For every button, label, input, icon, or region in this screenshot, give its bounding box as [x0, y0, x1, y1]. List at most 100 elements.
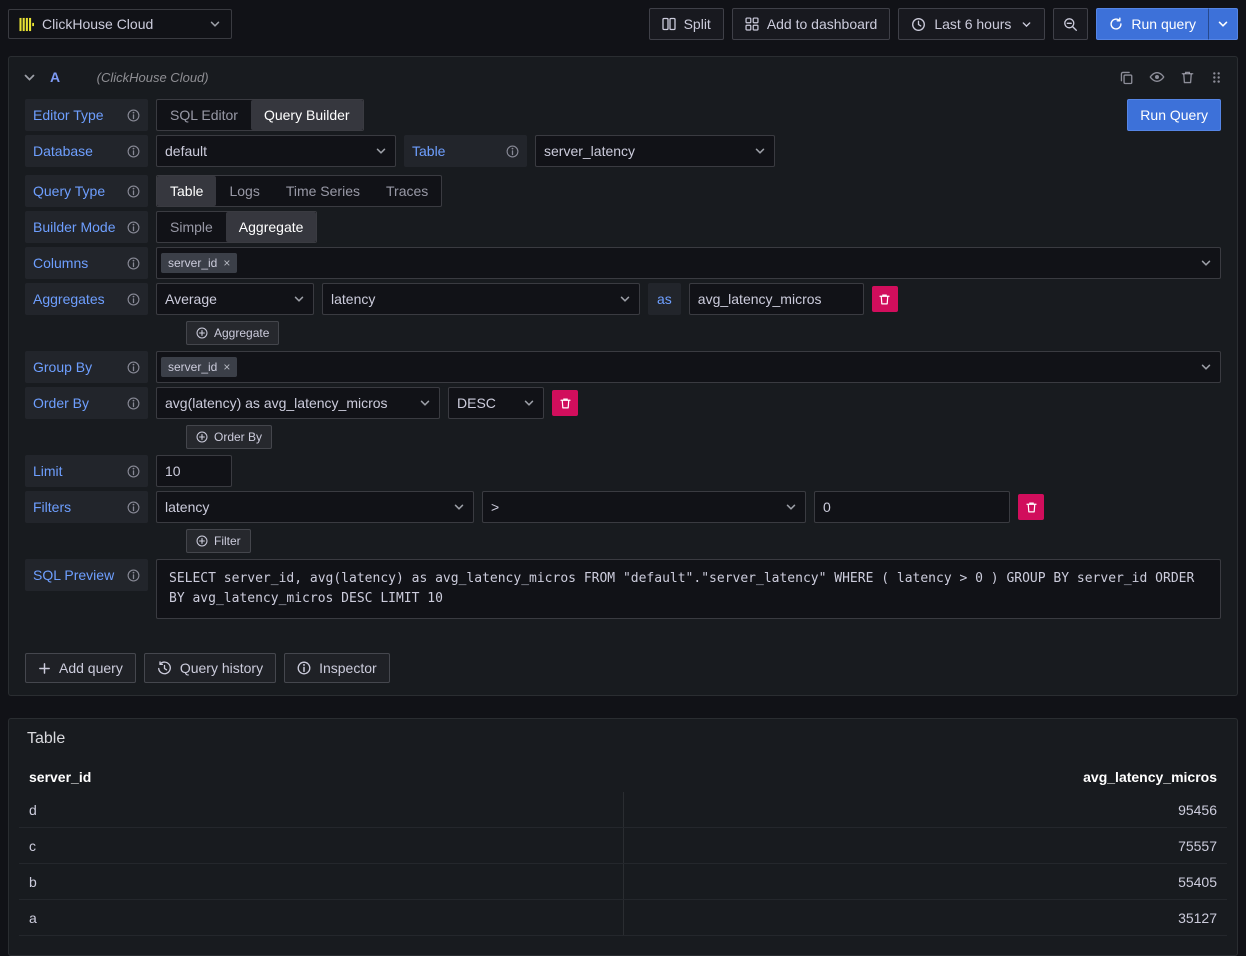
add-query-button[interactable]: Add query [25, 653, 136, 683]
table-panel: Table server_id avg_latency_micros d 954… [8, 718, 1238, 956]
query-type-option-logs[interactable]: Logs [216, 176, 272, 206]
split-label: Split [684, 16, 711, 32]
chip-label: server_id [168, 360, 217, 374]
duplicate-query-button[interactable] [1119, 70, 1134, 85]
aggregate-alias-input[interactable] [689, 283, 864, 315]
add-filter-button[interactable]: Filter [186, 529, 251, 553]
add-to-dashboard-button[interactable]: Add to dashboard [732, 8, 891, 40]
database-select[interactable]: default [156, 135, 396, 167]
drag-handle-grip-icon[interactable] [1210, 71, 1223, 84]
inspector-button[interactable]: Inspector [284, 653, 390, 683]
split-button[interactable]: Split [649, 8, 724, 40]
remove-aggregate-button[interactable] [872, 286, 898, 312]
topbar-actions: Split Add to dashboard Last 6 hours Run … [649, 8, 1238, 40]
column-header-server-id[interactable]: server_id [19, 762, 623, 792]
chevron-down-icon [523, 397, 535, 409]
chevron-down-icon [785, 501, 797, 513]
query-history-button[interactable]: Query history [144, 653, 276, 683]
editor-type-option-query-builder[interactable]: Query Builder [251, 100, 363, 130]
plus-icon [38, 662, 51, 675]
chevron-down-icon [1200, 257, 1212, 269]
info-icon[interactable] [506, 145, 519, 158]
results-table: server_id avg_latency_micros d 95456 c 7… [19, 762, 1227, 936]
apps-icon [745, 17, 759, 31]
info-icon[interactable] [127, 569, 140, 582]
editor-type-option-sql-editor[interactable]: SQL Editor [157, 100, 251, 130]
sql-preview-text: SELECT server_id, avg(latency) as avg_la… [156, 559, 1221, 619]
query-actions [1119, 69, 1223, 85]
info-icon[interactable] [127, 185, 140, 198]
run-query-label: Run query [1131, 16, 1196, 32]
filter-value-input[interactable] [814, 491, 1010, 523]
filter-operator-select[interactable]: > [482, 491, 806, 523]
info-icon[interactable] [127, 109, 140, 122]
info-icon[interactable] [127, 501, 140, 514]
chevron-down-icon [754, 145, 766, 157]
run-query-split-button: Run query [1096, 8, 1238, 40]
filters-label: Filters [25, 491, 148, 523]
run-query-dropdown-button[interactable] [1209, 8, 1238, 40]
cell-avg-latency: 35127 [623, 900, 1227, 935]
search-minus-icon [1063, 17, 1078, 32]
topbar: ClickHouse Cloud Split Add to dashboard … [0, 0, 1246, 48]
column-header-avg-latency-micros[interactable]: avg_latency_micros [623, 762, 1227, 792]
chevron-down-icon [293, 293, 305, 305]
aggregate-column-select[interactable]: latency [322, 283, 640, 315]
collapse-query-button[interactable] [19, 67, 40, 88]
builder-mode-toggle: Simple Aggregate [156, 211, 317, 243]
add-filter-row: Filter [186, 529, 1221, 553]
aggregate-function-select[interactable]: Average [156, 283, 314, 315]
time-range-picker[interactable]: Last 6 hours [898, 8, 1045, 40]
query-type-label: Query Type [25, 175, 148, 207]
query-type-option-traces[interactable]: Traces [373, 176, 441, 206]
query-type-option-table[interactable]: Table [157, 176, 216, 206]
field-label-text: Database [33, 143, 93, 159]
info-icon[interactable] [127, 293, 140, 306]
selected-group-by-chip: server_id × [161, 357, 237, 377]
table-label: Table [404, 135, 527, 167]
time-range-label: Last 6 hours [934, 16, 1011, 32]
query-type-option-time-series[interactable]: Time Series [273, 176, 373, 206]
aggregates-label: Aggregates [25, 283, 148, 315]
add-order-by-button[interactable]: Order By [186, 425, 272, 449]
chevron-down-icon [619, 293, 631, 305]
toggle-visibility-eye-button[interactable] [1149, 69, 1165, 85]
builder-mode-option-aggregate[interactable]: Aggregate [226, 212, 317, 242]
table-row: d 95456 [19, 792, 1227, 828]
builder-mode-option-simple[interactable]: Simple [157, 212, 226, 242]
columns-row: Columns server_id × [25, 247, 1221, 279]
remove-filter-button[interactable] [1018, 494, 1044, 520]
builder-mode-label: Builder Mode [25, 211, 148, 243]
remove-order-by-button[interactable] [552, 390, 578, 416]
remove-icon[interactable]: × [223, 256, 230, 270]
limit-input[interactable] [156, 455, 232, 487]
order-by-row: Order By avg(latency) as avg_latency_mic… [25, 387, 1221, 419]
info-icon[interactable] [127, 397, 140, 410]
info-icon[interactable] [127, 221, 140, 234]
columns-multiselect[interactable]: server_id × [156, 247, 1221, 279]
query-ref-id[interactable]: A [50, 69, 61, 85]
zoom-out-button[interactable] [1053, 8, 1088, 40]
as-label: as [648, 283, 681, 315]
delete-query-button[interactable] [1180, 70, 1195, 85]
add-aggregate-button[interactable]: Aggregate [186, 321, 279, 345]
order-by-direction-select[interactable]: DESC [448, 387, 544, 419]
run-query-inline-button[interactable]: Run Query [1127, 99, 1221, 131]
database-table-row: Database default Table server_latency [25, 135, 1221, 167]
filter-column-select[interactable]: latency [156, 491, 474, 523]
cell-avg-latency: 95456 [623, 792, 1227, 827]
table-select[interactable]: server_latency [535, 135, 775, 167]
info-icon[interactable] [127, 257, 140, 270]
query-type-toggle: Table Logs Time Series Traces [156, 175, 442, 207]
info-icon[interactable] [127, 361, 140, 374]
group-by-multiselect[interactable]: server_id × [156, 351, 1221, 383]
clock-icon [911, 17, 926, 32]
info-icon[interactable] [127, 465, 140, 478]
chevron-down-icon [1200, 361, 1212, 373]
remove-icon[interactable]: × [223, 360, 230, 374]
order-by-expression-select[interactable]: avg(latency) as avg_latency_micros [156, 387, 440, 419]
datasource-picker[interactable]: ClickHouse Cloud [8, 9, 232, 39]
datasource-name: ClickHouse Cloud [42, 16, 201, 32]
info-icon[interactable] [127, 145, 140, 158]
run-query-button[interactable]: Run query [1096, 8, 1209, 40]
